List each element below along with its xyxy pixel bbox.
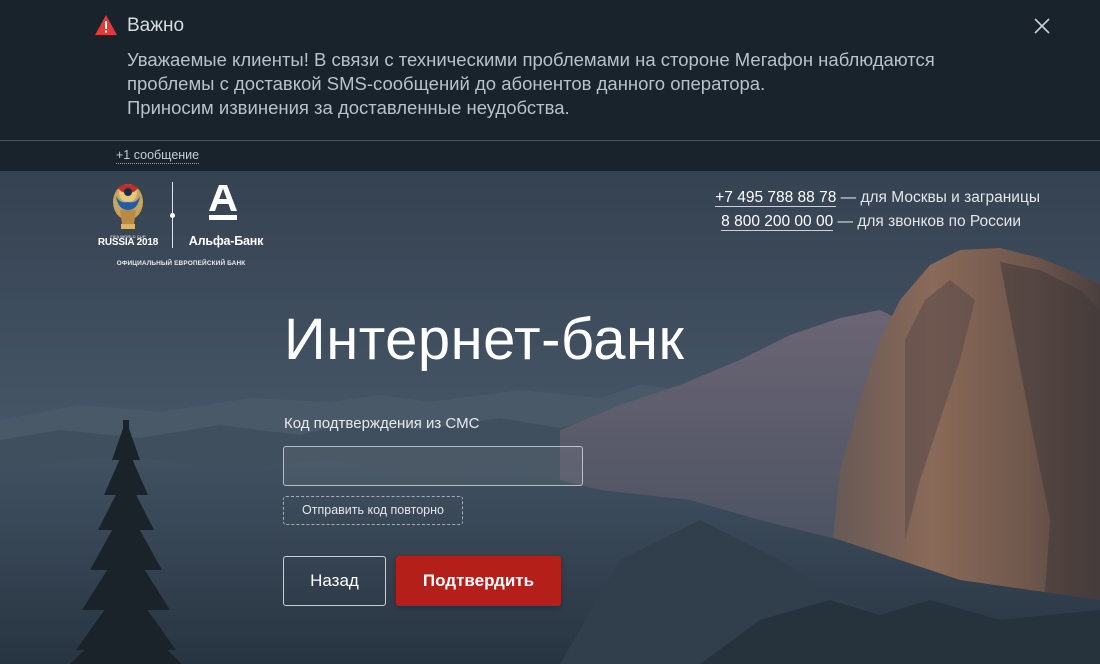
sms-code-label: Код подтверждения из СМС [284, 415, 480, 432]
sms-code-input[interactable] [283, 446, 583, 486]
phone-row-russia: 8 800 200 00 00 — для звонков по России [640, 212, 1040, 236]
notice-message: Уважаемые клиенты! В связи с техническим… [127, 48, 1027, 120]
phone-number-moscow[interactable]: +7 495 788 88 78 [715, 189, 837, 207]
contact-phones: +7 495 788 88 78 — для Москвы и заграниц… [640, 188, 1040, 236]
world-cup-title: RUSSIA 2018 [97, 237, 159, 248]
phone-row-moscow: +7 495 788 88 78 — для Москвы и заграниц… [640, 188, 1040, 212]
message-counter-bar: +1 сообщение [0, 141, 1100, 171]
notice-banner: Важно Уважаемые клиенты! В связи с техни… [0, 0, 1100, 141]
page-title: Интернет-банк [284, 307, 685, 372]
notice-line: Уважаемые клиенты! В связи с техническим… [127, 49, 935, 70]
notice-line: Приносим извинения за доставленные неудо… [127, 97, 570, 118]
resend-code-button[interactable]: Отправить код повторно [283, 496, 463, 525]
logo[interactable]: FIFA WORLD CUP RUSSIA 2018 Альфа-Банк ОФ… [96, 180, 266, 272]
phone-description-russia: — для звонков по России [833, 213, 1021, 230]
bank-name: Альфа-Банк [188, 234, 264, 248]
confirm-button[interactable]: Подтвердить [396, 556, 561, 606]
notice-title: Важно [127, 15, 185, 36]
phone-description-moscow: — для Москвы и заграницы [836, 189, 1040, 206]
more-messages-link[interactable]: +1 сообщение [116, 148, 200, 164]
back-button[interactable]: Назад [283, 556, 386, 606]
notice-line: проблемы с доставкой SMS-сообщений до аб… [127, 73, 766, 94]
alfa-bank-logo-icon [209, 185, 237, 220]
close-icon[interactable] [1030, 14, 1054, 38]
logo-divider-dot [170, 213, 175, 218]
phone-number-russia[interactable]: 8 800 200 00 00 [721, 213, 834, 231]
warning-icon [95, 15, 117, 35]
logo-tagline: ОФИЦИАЛЬНЫЙ ЕВРОПЕЙСКИЙ БАНК [116, 260, 246, 267]
